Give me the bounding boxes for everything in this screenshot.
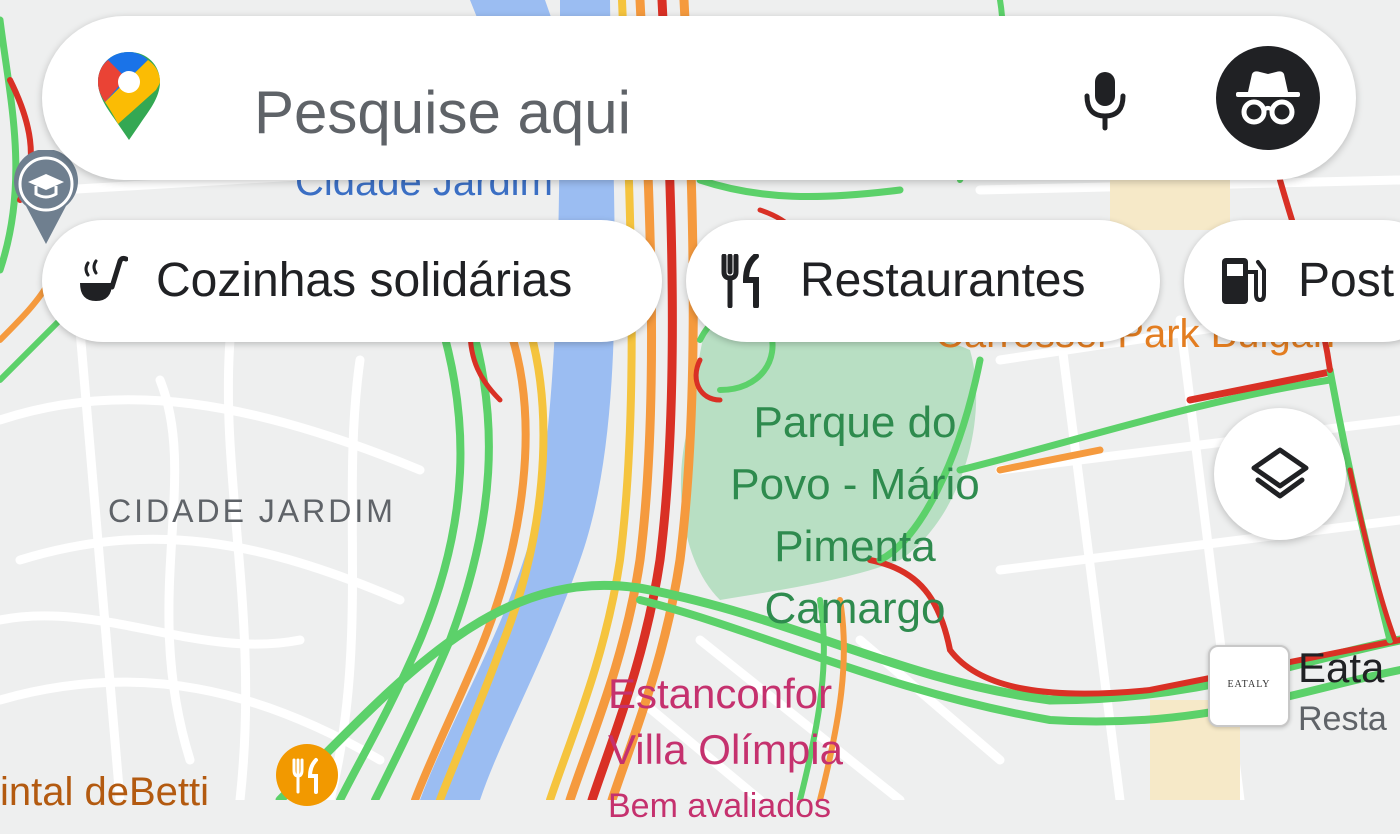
eataly-marker[interactable]: EATALY — [1208, 645, 1290, 727]
chip-label: Post — [1298, 254, 1395, 307]
layers-icon — [1251, 447, 1309, 499]
chip-cozinhas-solidarias[interactable]: Cozinhas solidárias — [42, 220, 662, 342]
poi-label-line: Villa Olímpia — [608, 726, 843, 773]
restaurant-pin[interactable] — [276, 744, 338, 806]
fork-knife-icon — [292, 758, 318, 794]
chip-restaurantes[interactable]: Restaurantes — [686, 220, 1160, 342]
incognito-avatar[interactable] — [1216, 46, 1320, 150]
park-label-line: Camargo — [764, 584, 946, 633]
fork-knife-icon — [721, 254, 759, 308]
soup-ladle-icon — [80, 255, 128, 301]
poi-label-bottom-left[interactable]: intal deBetti — [0, 770, 209, 815]
gas-station-icon — [1222, 258, 1266, 304]
eataly-logo: EATALY — [1227, 679, 1271, 690]
search-input[interactable]: Pesquise aqui — [254, 78, 631, 147]
park-label-line: Parque do — [753, 398, 957, 447]
chip-postos[interactable]: Post — [1184, 220, 1400, 342]
poi-label-estanconfor[interactable]: Estanconfor Villa Olímpia Bem avaliados — [608, 666, 843, 834]
chip-label: Cozinhas solidárias — [156, 254, 573, 307]
google-maps-logo-icon — [98, 52, 160, 140]
eataly-name-label[interactable]: Eata — [1298, 644, 1384, 692]
eataly-type-label: Resta — [1298, 700, 1387, 738]
park-label-line: Pimenta — [774, 522, 936, 571]
poi-label-line: Estanconfor — [608, 670, 833, 717]
microphone-icon[interactable] — [1080, 68, 1130, 132]
poi-label-line: Bem avaliados — [608, 787, 832, 825]
search-bar[interactable]: Pesquise aqui — [42, 16, 1356, 180]
neighborhood-label: CIDADE JARDIM — [108, 493, 396, 529]
layers-button[interactable] — [1214, 408, 1346, 540]
incognito-icon — [1236, 71, 1300, 125]
park-label-line: Povo - Mário — [730, 460, 980, 509]
park-label[interactable]: Parque do Povo - Mário Pimenta Camargo — [690, 392, 1020, 640]
chip-label: Restaurantes — [800, 254, 1086, 307]
